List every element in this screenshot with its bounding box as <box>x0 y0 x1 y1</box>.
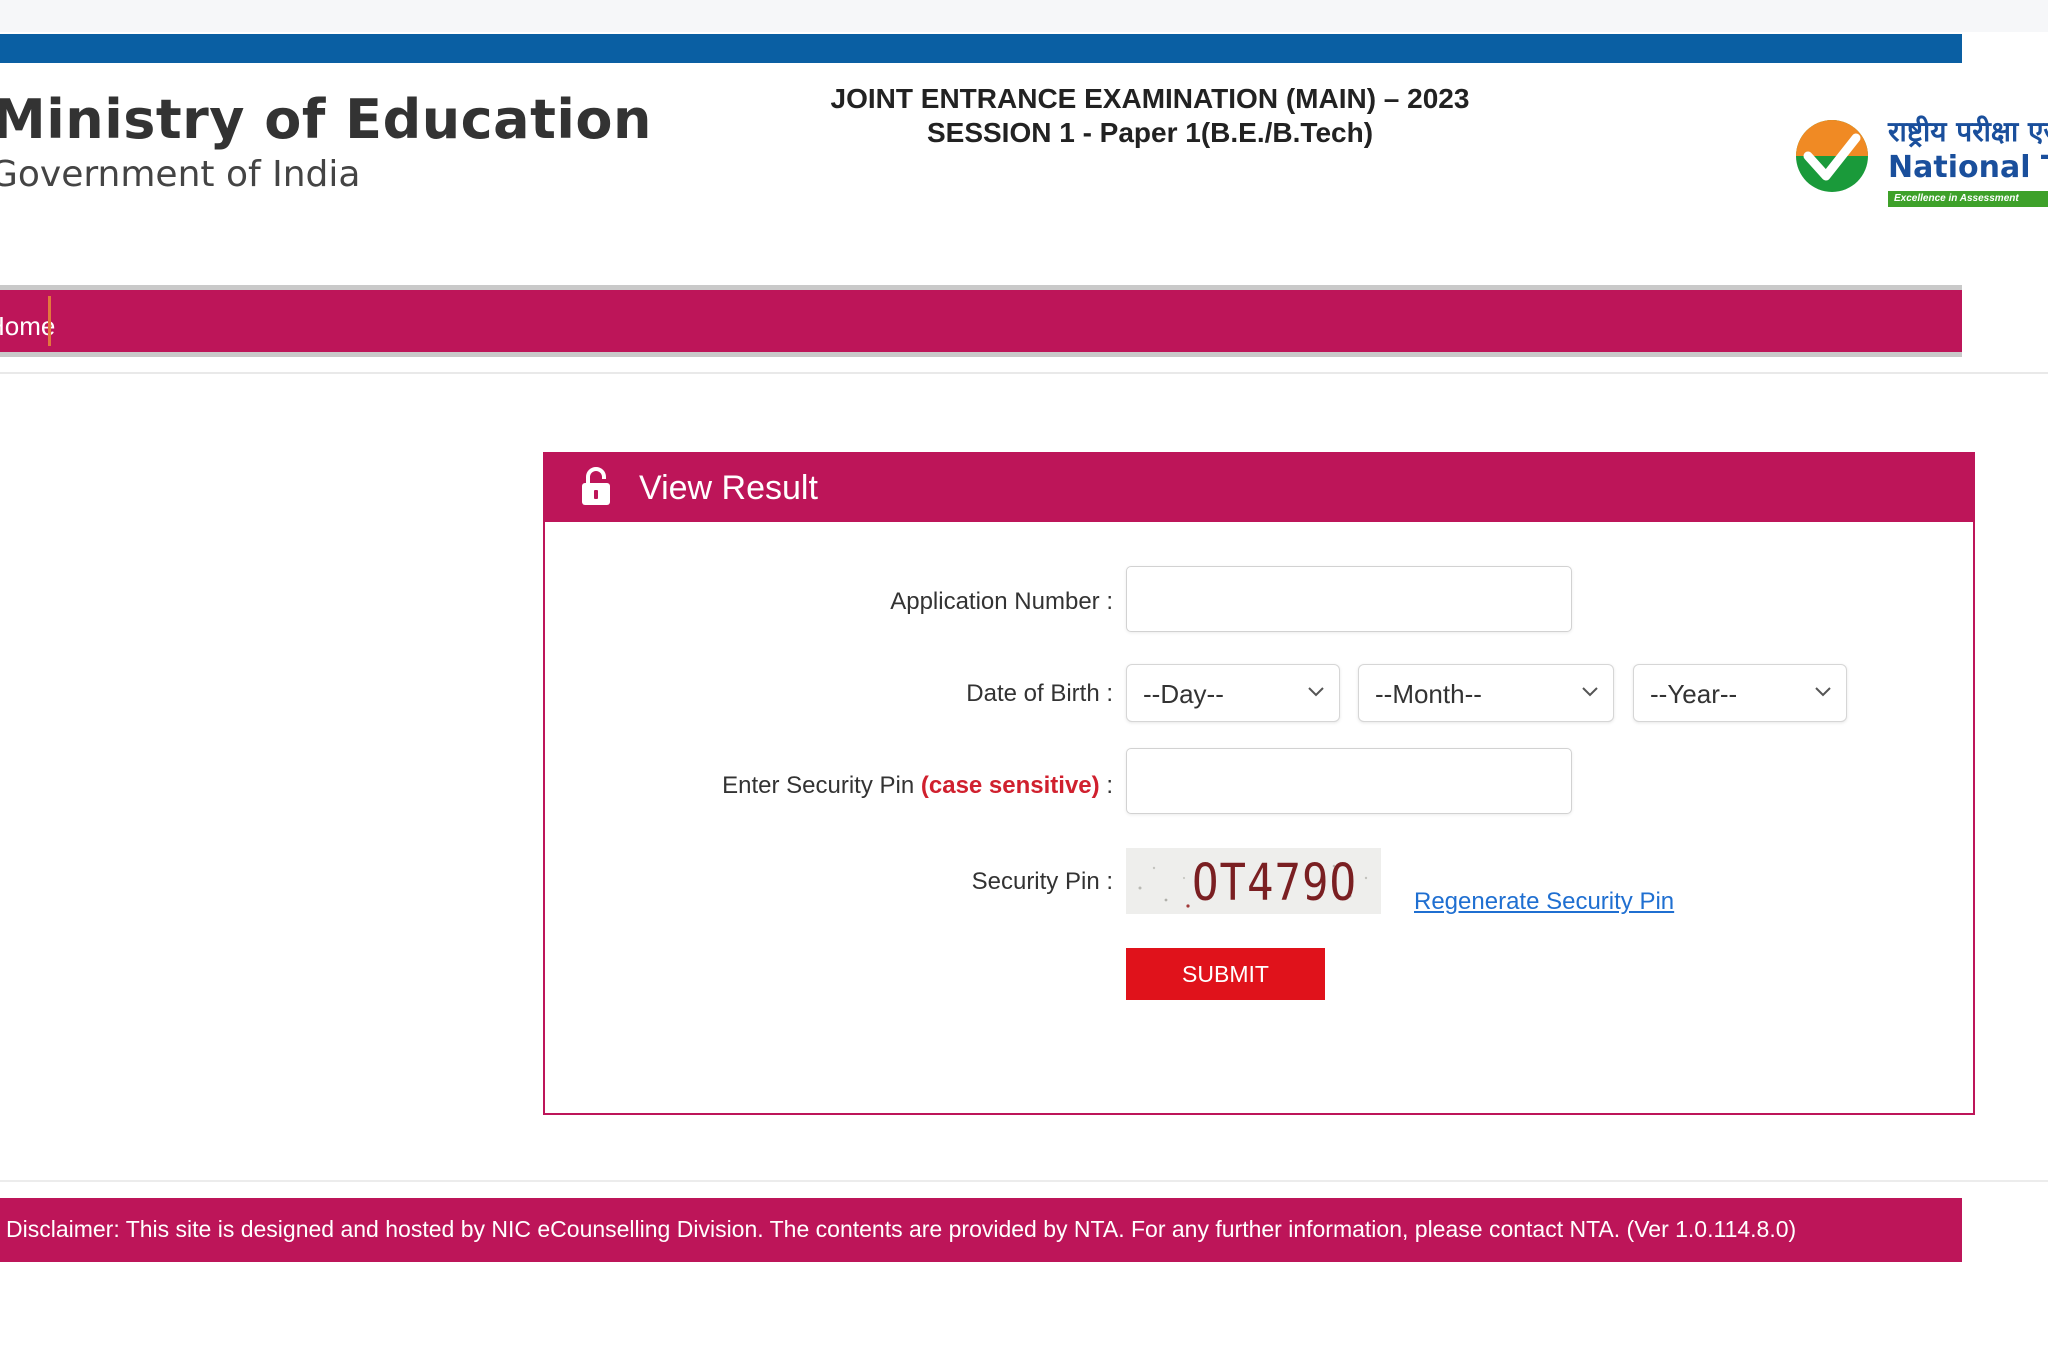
view-result-panel: View Result Application Number : Date of… <box>543 452 1975 1115</box>
footer-bar: Disclaimer: This site is designed and ho… <box>0 1198 1962 1262</box>
nta-logo-icon <box>1796 120 1868 192</box>
dob-month-value: --Month-- <box>1375 679 1482 709</box>
exam-title: JOINT ENTRANCE EXAMINATION (MAIN) – 2023… <box>780 82 1520 150</box>
divider <box>0 372 2048 374</box>
main-nav: Home <box>0 285 1962 357</box>
dob-month-select[interactable]: --Month-- <box>1358 664 1614 722</box>
dob-day-value: --Day-- <box>1143 679 1224 709</box>
chevron-down-icon <box>1308 687 1324 697</box>
dob-day-select[interactable]: --Day-- <box>1126 664 1340 722</box>
nta-english-name: National Testing Agency <box>1888 150 2048 185</box>
security-pin-input[interactable] <box>1126 748 1572 814</box>
nta-hindi-name: राष्ट्रीय परीक्षा एजेंसी <box>1888 115 2048 148</box>
footer-divider <box>0 1180 2048 1182</box>
nav-item-home[interactable]: Home <box>0 306 73 346</box>
enter-security-pin-label-text: Enter Security Pin <box>722 772 915 799</box>
application-number-label: Application Number : <box>890 588 1113 615</box>
security-pin-label: Security Pin : <box>971 868 1113 895</box>
footer-disclaimer: Disclaimer: This site is designed and ho… <box>6 1216 1797 1242</box>
lock-icon <box>582 467 610 505</box>
application-number-input[interactable] <box>1126 566 1572 632</box>
nta-tagline: Excellence in Assessment <box>1888 191 2048 207</box>
dob-year-select[interactable]: --Year-- <box>1633 664 1847 722</box>
case-sensitive-note: (case sensitive) <box>920 772 1100 799</box>
chevron-down-icon <box>1582 687 1598 697</box>
exam-title-line2: SESSION 1 - Paper 1(B.E./B.Tech) <box>926 117 1374 148</box>
ministry-title: Ministry of Education <box>0 88 652 151</box>
ministry-subtitle: Government of India <box>0 154 361 195</box>
regenerate-security-pin-link[interactable]: Regenerate Security Pin <box>1414 888 1674 916</box>
nav-separator <box>48 296 51 346</box>
dob-label: Date of Birth : <box>966 680 1113 707</box>
panel-title: View Result <box>639 469 818 507</box>
browser-top-strip <box>0 0 2048 32</box>
exam-title-line1: JOINT ENTRANCE EXAMINATION (MAIN) – 2023 <box>830 83 1470 114</box>
label-colon: : <box>1099 772 1113 799</box>
captcha-text: OT479O <box>1192 854 1357 913</box>
panel-header: View Result <box>545 454 1973 522</box>
enter-security-pin-label: Enter Security Pin (case sensitive) : <box>722 772 1113 800</box>
page: Ministry of Education Government of Indi… <box>0 0 2048 1351</box>
top-blue-bar <box>0 34 1962 63</box>
submit-button[interactable]: SUBMIT <box>1126 948 1325 1000</box>
dob-year-value: --Year-- <box>1650 679 1738 709</box>
captcha-image: OT479O <box>1126 848 1381 914</box>
chevron-down-icon <box>1815 687 1831 697</box>
